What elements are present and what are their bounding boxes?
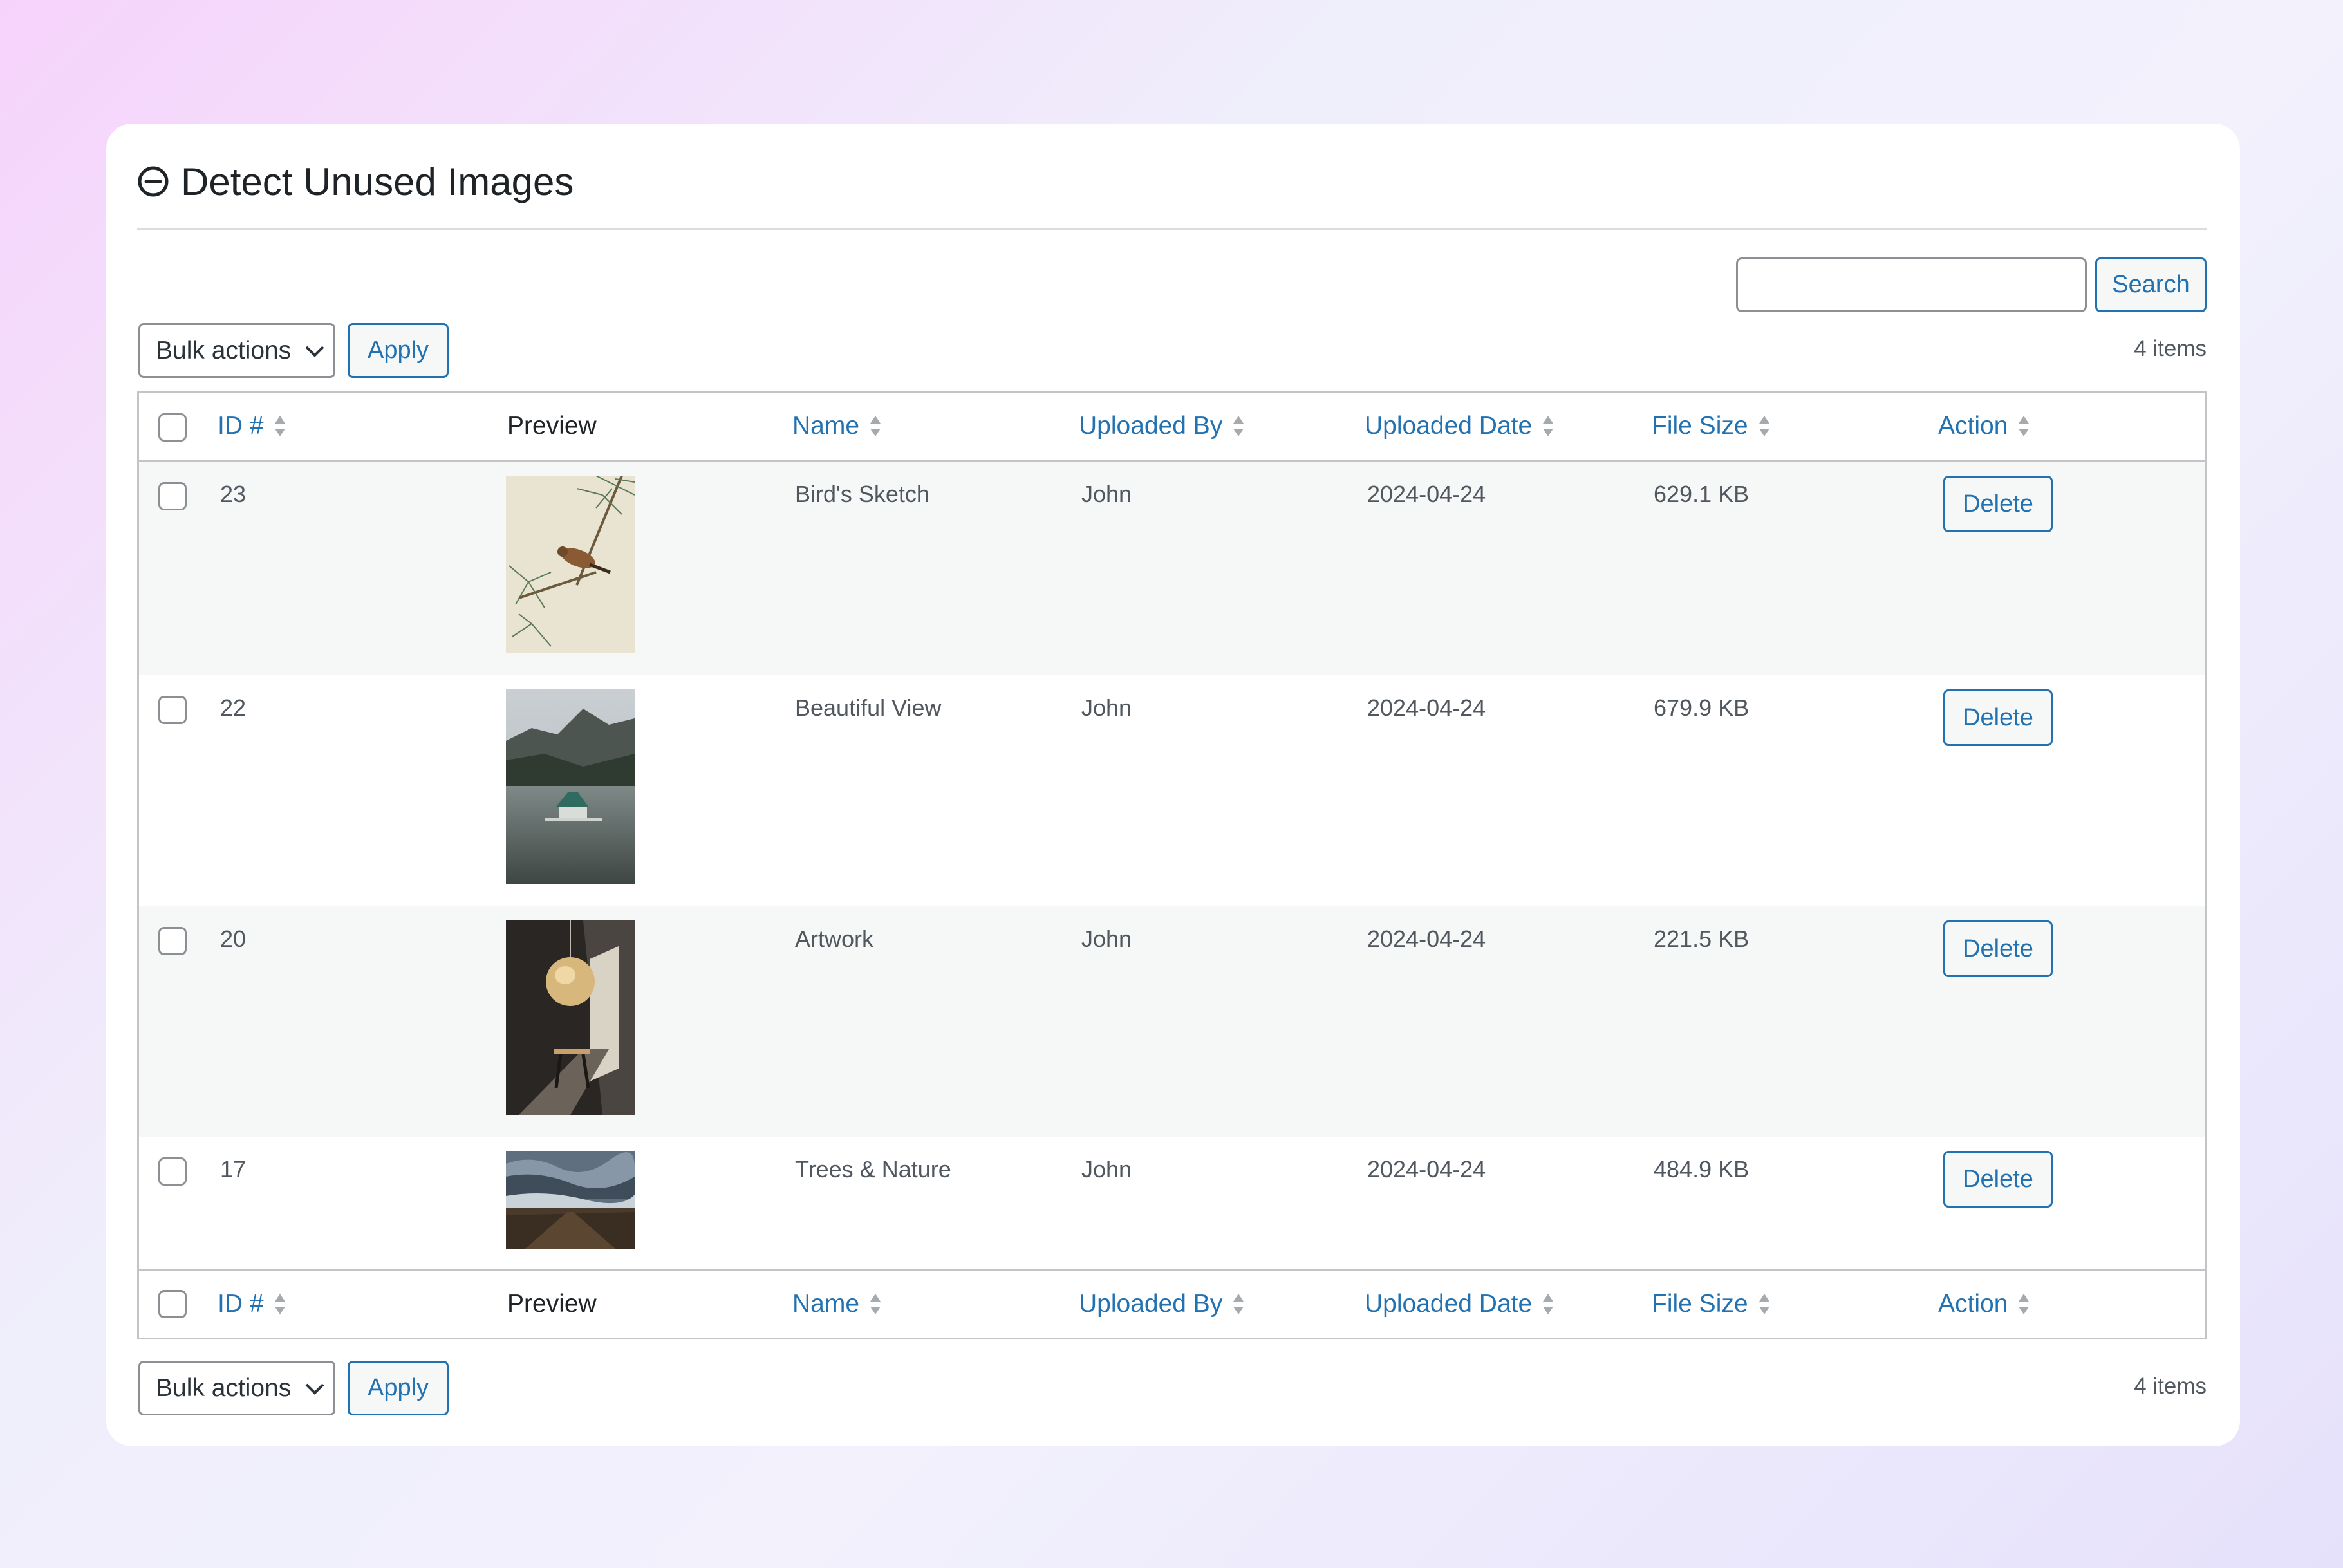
column-footer-id[interactable]: ID # [218, 1271, 287, 1338]
row-checkbox[interactable] [158, 1157, 187, 1186]
row-uploaded-by: John [1081, 926, 1132, 952]
row-checkbox[interactable] [158, 482, 187, 510]
column-header-uploaded-by[interactable]: Uploaded By [1079, 393, 1246, 460]
column-label: Uploaded Date [1365, 1290, 1533, 1318]
delete-button[interactable]: Delete [1943, 476, 2053, 532]
apply-button-top[interactable]: Apply [348, 323, 449, 378]
column-label: Uploaded Date [1365, 412, 1533, 440]
chevron-down-icon [305, 346, 324, 357]
row-file-size: 629.1 KB [1654, 481, 1750, 507]
sort-icon [274, 416, 285, 436]
preview-image[interactable] [506, 920, 635, 1115]
preview-image[interactable] [506, 1151, 635, 1249]
bulk-actions-label: Bulk actions [156, 336, 292, 364]
images-table: ID # Preview Name Uploaded By Uploaded D… [137, 391, 2207, 1339]
items-count-bottom: 4 items [2134, 1374, 2207, 1399]
row-file-size: 484.9 KB [1654, 1156, 1750, 1182]
preview-image[interactable] [506, 689, 635, 884]
search-button[interactable]: Search [2095, 257, 2207, 312]
row-id: 17 [220, 1156, 247, 1182]
column-label: Uploaded By [1079, 412, 1223, 440]
sort-icon [1543, 1294, 1554, 1314]
row-file-size: 679.9 KB [1654, 695, 1750, 721]
row-uploaded-by: John [1081, 695, 1132, 721]
column-label: File Size [1652, 412, 1748, 440]
sort-icon [870, 1294, 881, 1314]
column-header-preview: Preview [507, 393, 597, 460]
row-name: Bird's Sketch [795, 481, 929, 507]
row-uploaded-by: John [1081, 1156, 1132, 1182]
delete-button[interactable]: Delete [1943, 1151, 2053, 1208]
select-all-checkbox-bottom[interactable] [158, 1290, 187, 1318]
table-footer: ID # Preview Name Uploaded By Uploaded D… [139, 1269, 2205, 1338]
sort-icon [1233, 416, 1244, 436]
chevron-down-icon [305, 1383, 324, 1395]
sort-icon [274, 1294, 285, 1314]
row-checkbox[interactable] [158, 927, 187, 955]
row-checkbox[interactable] [158, 696, 187, 724]
table-header: ID # Preview Name Uploaded By Uploaded D… [139, 393, 2205, 462]
sort-icon [2019, 416, 2030, 436]
row-uploaded-date: 2024-04-24 [1367, 926, 1486, 952]
row-uploaded-date: 2024-04-24 [1367, 695, 1486, 721]
column-label: ID # [218, 1290, 264, 1318]
delete-button[interactable]: Delete [1943, 920, 2053, 977]
column-label: File Size [1652, 1290, 1748, 1318]
row-uploaded-date: 2024-04-24 [1367, 1156, 1486, 1182]
column-footer-file-size[interactable]: File Size [1652, 1271, 1771, 1338]
sort-icon [1543, 416, 1554, 436]
row-uploaded-by: John [1081, 481, 1132, 507]
column-header-name[interactable]: Name [792, 393, 882, 460]
main-card: Detect Unused Images Search Bulk actions… [106, 124, 2240, 1446]
sort-icon [1233, 1294, 1244, 1314]
bulk-actions-label: Bulk actions [156, 1374, 292, 1402]
row-name: Beautiful View [795, 695, 942, 721]
preview-image[interactable] [506, 476, 635, 653]
column-label: Preview [507, 1290, 597, 1318]
row-name: Artwork [795, 926, 874, 952]
row-file-size: 221.5 KB [1654, 926, 1750, 952]
column-label: Action [1938, 1290, 2008, 1318]
table-row: 17 Trees & Nature John 2024-04-24 484.9 … [139, 1137, 2205, 1273]
sort-icon [1759, 416, 1769, 436]
column-header-uploaded-date[interactable]: Uploaded Date [1365, 393, 1555, 460]
bulk-actions-select-bottom[interactable]: Bulk actions [138, 1361, 335, 1415]
row-id: 23 [220, 481, 247, 507]
row-id: 22 [220, 695, 247, 721]
sort-icon [870, 416, 881, 436]
column-label: Uploaded By [1079, 1290, 1223, 1318]
search-input[interactable] [1736, 257, 2087, 312]
column-header-action[interactable]: Action [1938, 393, 2031, 460]
column-header-file-size[interactable]: File Size [1652, 393, 1771, 460]
column-header-id[interactable]: ID # [218, 393, 287, 460]
column-footer-action[interactable]: Action [1938, 1271, 2031, 1338]
bulk-actions-select-top[interactable]: Bulk actions [138, 323, 335, 378]
delete-button[interactable]: Delete [1943, 689, 2053, 746]
column-footer-uploaded-by[interactable]: Uploaded By [1079, 1271, 1246, 1338]
column-label: Name [792, 412, 860, 440]
items-count-top: 4 items [2134, 336, 2207, 361]
column-label: Action [1938, 412, 2008, 440]
page-header: Detect Unused Images [137, 149, 574, 214]
sort-icon [2019, 1294, 2030, 1314]
row-uploaded-date: 2024-04-24 [1367, 481, 1486, 507]
page-title: Detect Unused Images [181, 160, 574, 203]
minus-circle-icon [138, 166, 169, 197]
column-label: Preview [507, 412, 597, 440]
select-all-checkbox[interactable] [158, 413, 187, 442]
column-label: Name [792, 1290, 860, 1318]
column-footer-preview: Preview [507, 1271, 597, 1338]
row-id: 20 [220, 926, 247, 952]
table-row: 23 Bird's Sketch John 2024-04-24 629.1 K… [139, 462, 2205, 675]
column-label: ID # [218, 412, 264, 440]
sort-icon [1759, 1294, 1769, 1314]
table-row: 22 Beautiful View John 2024-04-24 679.9 … [139, 675, 2205, 906]
column-footer-uploaded-date[interactable]: Uploaded Date [1365, 1271, 1555, 1338]
column-footer-name[interactable]: Name [792, 1271, 882, 1338]
table-row: 20 Artwork John 2024-04-24 221.5 KB Dele… [139, 906, 2205, 1137]
title-divider [137, 228, 2207, 230]
row-name: Trees & Nature [795, 1156, 951, 1182]
apply-button-bottom[interactable]: Apply [348, 1361, 449, 1415]
